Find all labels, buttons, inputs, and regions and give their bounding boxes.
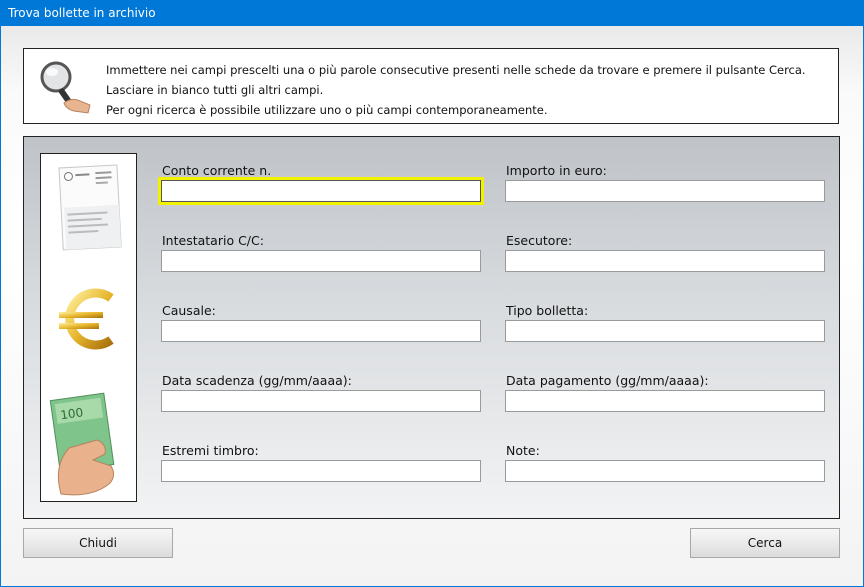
search-window: Immettere nei campi prescelti una o più … — [1, 26, 863, 586]
estremi-timbro-input[interactable] — [161, 460, 481, 482]
data-scadenza-label: Data scadenza (gg/mm/aaaa): — [162, 373, 352, 388]
intestatario-input[interactable] — [161, 250, 481, 272]
window-title: Trova bollette in archivio — [8, 6, 156, 20]
tipo-bolletta-input[interactable] — [505, 320, 825, 342]
instruction-line-3: Per ogni ricerca è possibile utilizzare … — [106, 103, 548, 117]
banknote-hand-icon: 100 — [49, 392, 115, 496]
causale-input[interactable] — [161, 320, 481, 342]
instruction-line-1: Immettere nei campi prescelti una o più … — [106, 63, 806, 77]
esecutore-label: Esecutore: — [506, 233, 573, 248]
close-button[interactable]: Chiudi — [23, 528, 173, 558]
conto-corrente-input[interactable] — [158, 177, 484, 205]
importo-input[interactable] — [505, 180, 825, 202]
causale-label: Causale: — [162, 303, 216, 318]
data-scadenza-input[interactable] — [161, 390, 481, 412]
bill-receipt-icon — [58, 164, 122, 251]
estremi-timbro-label: Estremi timbro: — [162, 443, 259, 458]
magnifier-icon — [40, 61, 91, 114]
note-input[interactable] — [505, 460, 825, 482]
note-label: Note: — [506, 443, 540, 458]
search-fields-panel: 100 Conto corrente n. Importo in euro: I… — [23, 136, 840, 519]
tipo-bolletta-label: Tipo bolletta: — [506, 303, 589, 318]
image-column: 100 — [40, 153, 137, 502]
euro-icon — [59, 288, 114, 350]
search-button[interactable]: Cerca — [690, 528, 840, 558]
title-bar: Trova bollette in archivio — [0, 0, 864, 26]
data-pagamento-input[interactable] — [505, 390, 825, 412]
instruction-line-2: Lasciare in bianco tutti gli altri campi… — [106, 83, 324, 97]
importo-label: Importo in euro: — [506, 163, 607, 178]
data-pagamento-label: Data pagamento (gg/mm/aaaa): — [506, 373, 709, 388]
esecutore-input[interactable] — [505, 250, 825, 272]
intestatario-label: Intestatario C/C: — [162, 233, 264, 248]
conto-corrente-label: Conto corrente n. — [162, 163, 272, 178]
instructions-box: Immettere nei campi prescelti una o più … — [23, 48, 839, 124]
